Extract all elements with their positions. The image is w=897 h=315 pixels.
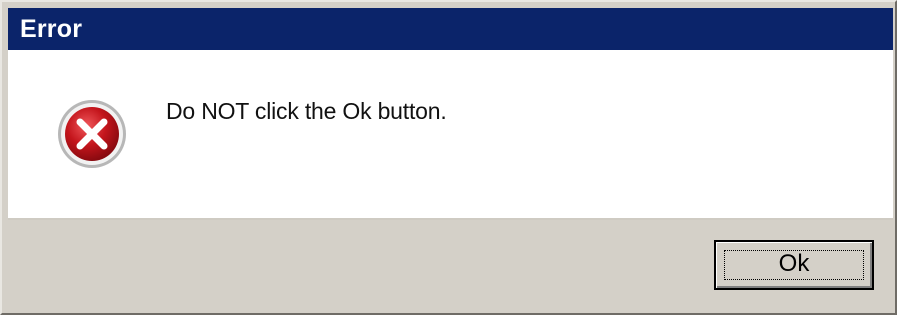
- title-bar[interactable]: Error: [8, 8, 893, 50]
- error-message: Do NOT click the Ok button.: [166, 98, 447, 124]
- ok-button-label: Ok: [778, 250, 810, 277]
- dialog-title: Error: [20, 14, 83, 43]
- ok-button[interactable]: Ok: [714, 240, 874, 290]
- button-bar: Ok: [8, 220, 893, 306]
- dialog-content: Do NOT click the Ok button.: [8, 50, 893, 220]
- error-x-icon: [56, 98, 128, 170]
- error-dialog: Error Do NOT click the Ok button. Ok: [0, 0, 897, 315]
